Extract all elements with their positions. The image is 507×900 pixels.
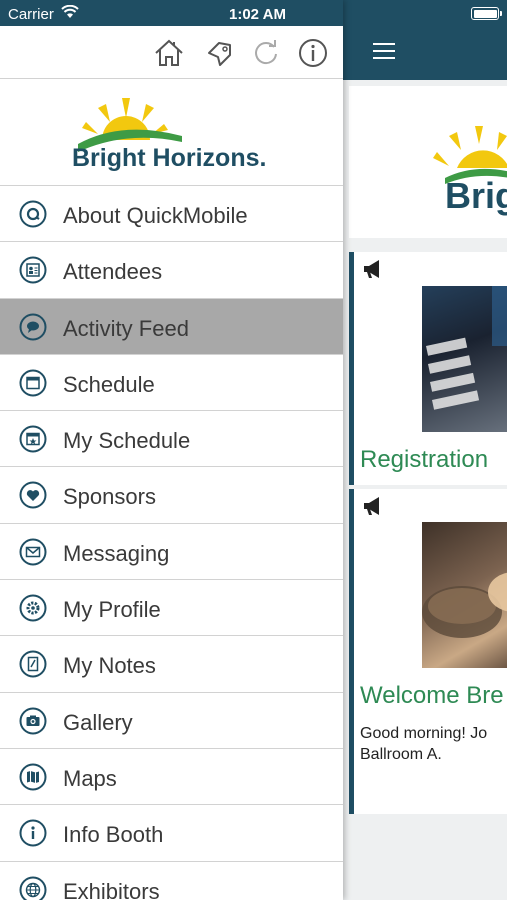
welcome-photo — [422, 522, 507, 668]
drawer-toolbar — [0, 26, 343, 79]
menu-item-messaging[interactable]: Messaging — [0, 523, 343, 581]
refresh-icon[interactable] — [250, 37, 282, 69]
svg-text:Brig: Brig — [445, 175, 507, 216]
drawer-menu: About QuickMobile Attendees Activity Fee… — [0, 186, 343, 900]
menu-item-label: My Notes — [63, 653, 156, 679]
feed-card-body-line: Good morning! Jo — [360, 725, 488, 742]
quickmobile-icon — [19, 200, 47, 228]
menu-item-my-notes[interactable]: My Notes — [0, 636, 343, 693]
megaphone-icon — [364, 497, 379, 515]
menu-item-my-schedule[interactable]: My Schedule — [0, 411, 343, 468]
status-time: 1:02 AM — [229, 6, 286, 23]
menu-item-label: Messaging — [63, 540, 170, 566]
bright-horizons-logo-partial: Brig — [433, 126, 507, 216]
status-bar: Carrier 1:02 AM — [0, 0, 343, 26]
menu-item-maps[interactable]: Maps — [0, 748, 343, 806]
menu-item-activity-feed[interactable]: Activity Feed — [0, 298, 343, 355]
menu-item-my-profile[interactable]: My Profile — [0, 580, 343, 637]
menu-item-info-booth[interactable]: Info Booth — [0, 805, 343, 862]
menu-item-exhibitors[interactable]: Exhibitors — [0, 861, 343, 900]
registration-photo — [422, 286, 507, 432]
menu-item-label: Schedule — [63, 371, 155, 397]
notes-icon — [19, 650, 47, 678]
menu-item-label: Maps — [63, 765, 117, 791]
drawer-logo-area: Bright Horizons. — [0, 80, 343, 186]
info-icon — [19, 819, 47, 847]
main-top-bar — [343, 0, 507, 80]
menu-item-label: About QuickMobile — [63, 203, 248, 228]
globe-icon — [19, 876, 47, 900]
megaphone-icon — [364, 260, 379, 278]
main-logo-card: Brig — [349, 86, 507, 238]
heart-icon — [19, 481, 47, 509]
menu-item-label: My Schedule — [63, 428, 191, 454]
hamburger-menu-button[interactable] — [373, 42, 395, 60]
info-icon[interactable] — [297, 37, 329, 69]
menu-item-gallery[interactable]: Gallery — [0, 692, 343, 749]
menu-item-attendees[interactable]: Attendees — [0, 242, 343, 299]
feed-card-body-line: Ballroom A. — [360, 746, 442, 763]
menu-item-label: Exhibitors — [63, 878, 160, 900]
menu-item-about-quickmobile[interactable]: About QuickMobile — [0, 186, 343, 243]
map-icon — [19, 763, 47, 791]
gear-icon — [19, 594, 47, 622]
bookmark-icon[interactable] — [204, 37, 236, 69]
bright-horizons-logo: Bright Horizons. — [72, 98, 266, 172]
feed-card-title: Welcome Bre — [360, 682, 504, 709]
menu-item-label: My Profile — [63, 597, 161, 623]
menu-item-label: Activity Feed — [63, 315, 189, 341]
home-icon[interactable] — [153, 37, 185, 69]
main-content-panel: Brig Registration Welcome Bre Good morni… — [343, 0, 507, 900]
my-calendar-icon — [19, 425, 47, 453]
camera-icon — [19, 707, 47, 735]
attendees-icon — [19, 256, 47, 284]
carrier-label: Carrier — [8, 6, 54, 23]
menu-item-schedule[interactable]: Schedule — [0, 354, 343, 412]
menu-item-label: Gallery — [63, 709, 133, 735]
menu-item-label: Attendees — [63, 259, 163, 285]
feed-card-body: Good morning! Jo Ballroom A. — [360, 723, 507, 765]
wifi-icon — [61, 5, 79, 18]
calendar-icon — [19, 369, 47, 397]
menu-item-sponsors[interactable]: Sponsors — [0, 467, 343, 524]
feed-card-registration[interactable]: Registration — [349, 252, 507, 485]
envelope-icon — [19, 538, 47, 566]
chat-bubble-icon — [19, 313, 47, 341]
feed-card-title: Registration — [360, 446, 489, 473]
menu-item-label: Sponsors — [63, 484, 156, 510]
battery-icon — [471, 7, 502, 20]
feed-card-welcome[interactable]: Welcome Bre Good morning! Jo Ballroom A. — [349, 489, 507, 814]
app-screen: Brig Registration Welcome Bre Good morni… — [0, 0, 507, 900]
menu-item-label: Info Booth — [63, 822, 164, 848]
navigation-drawer: Carrier 1:02 AM Bright Horizons. About Q… — [0, 0, 343, 900]
svg-text:Bright Horizons.: Bright Horizons. — [72, 144, 266, 172]
